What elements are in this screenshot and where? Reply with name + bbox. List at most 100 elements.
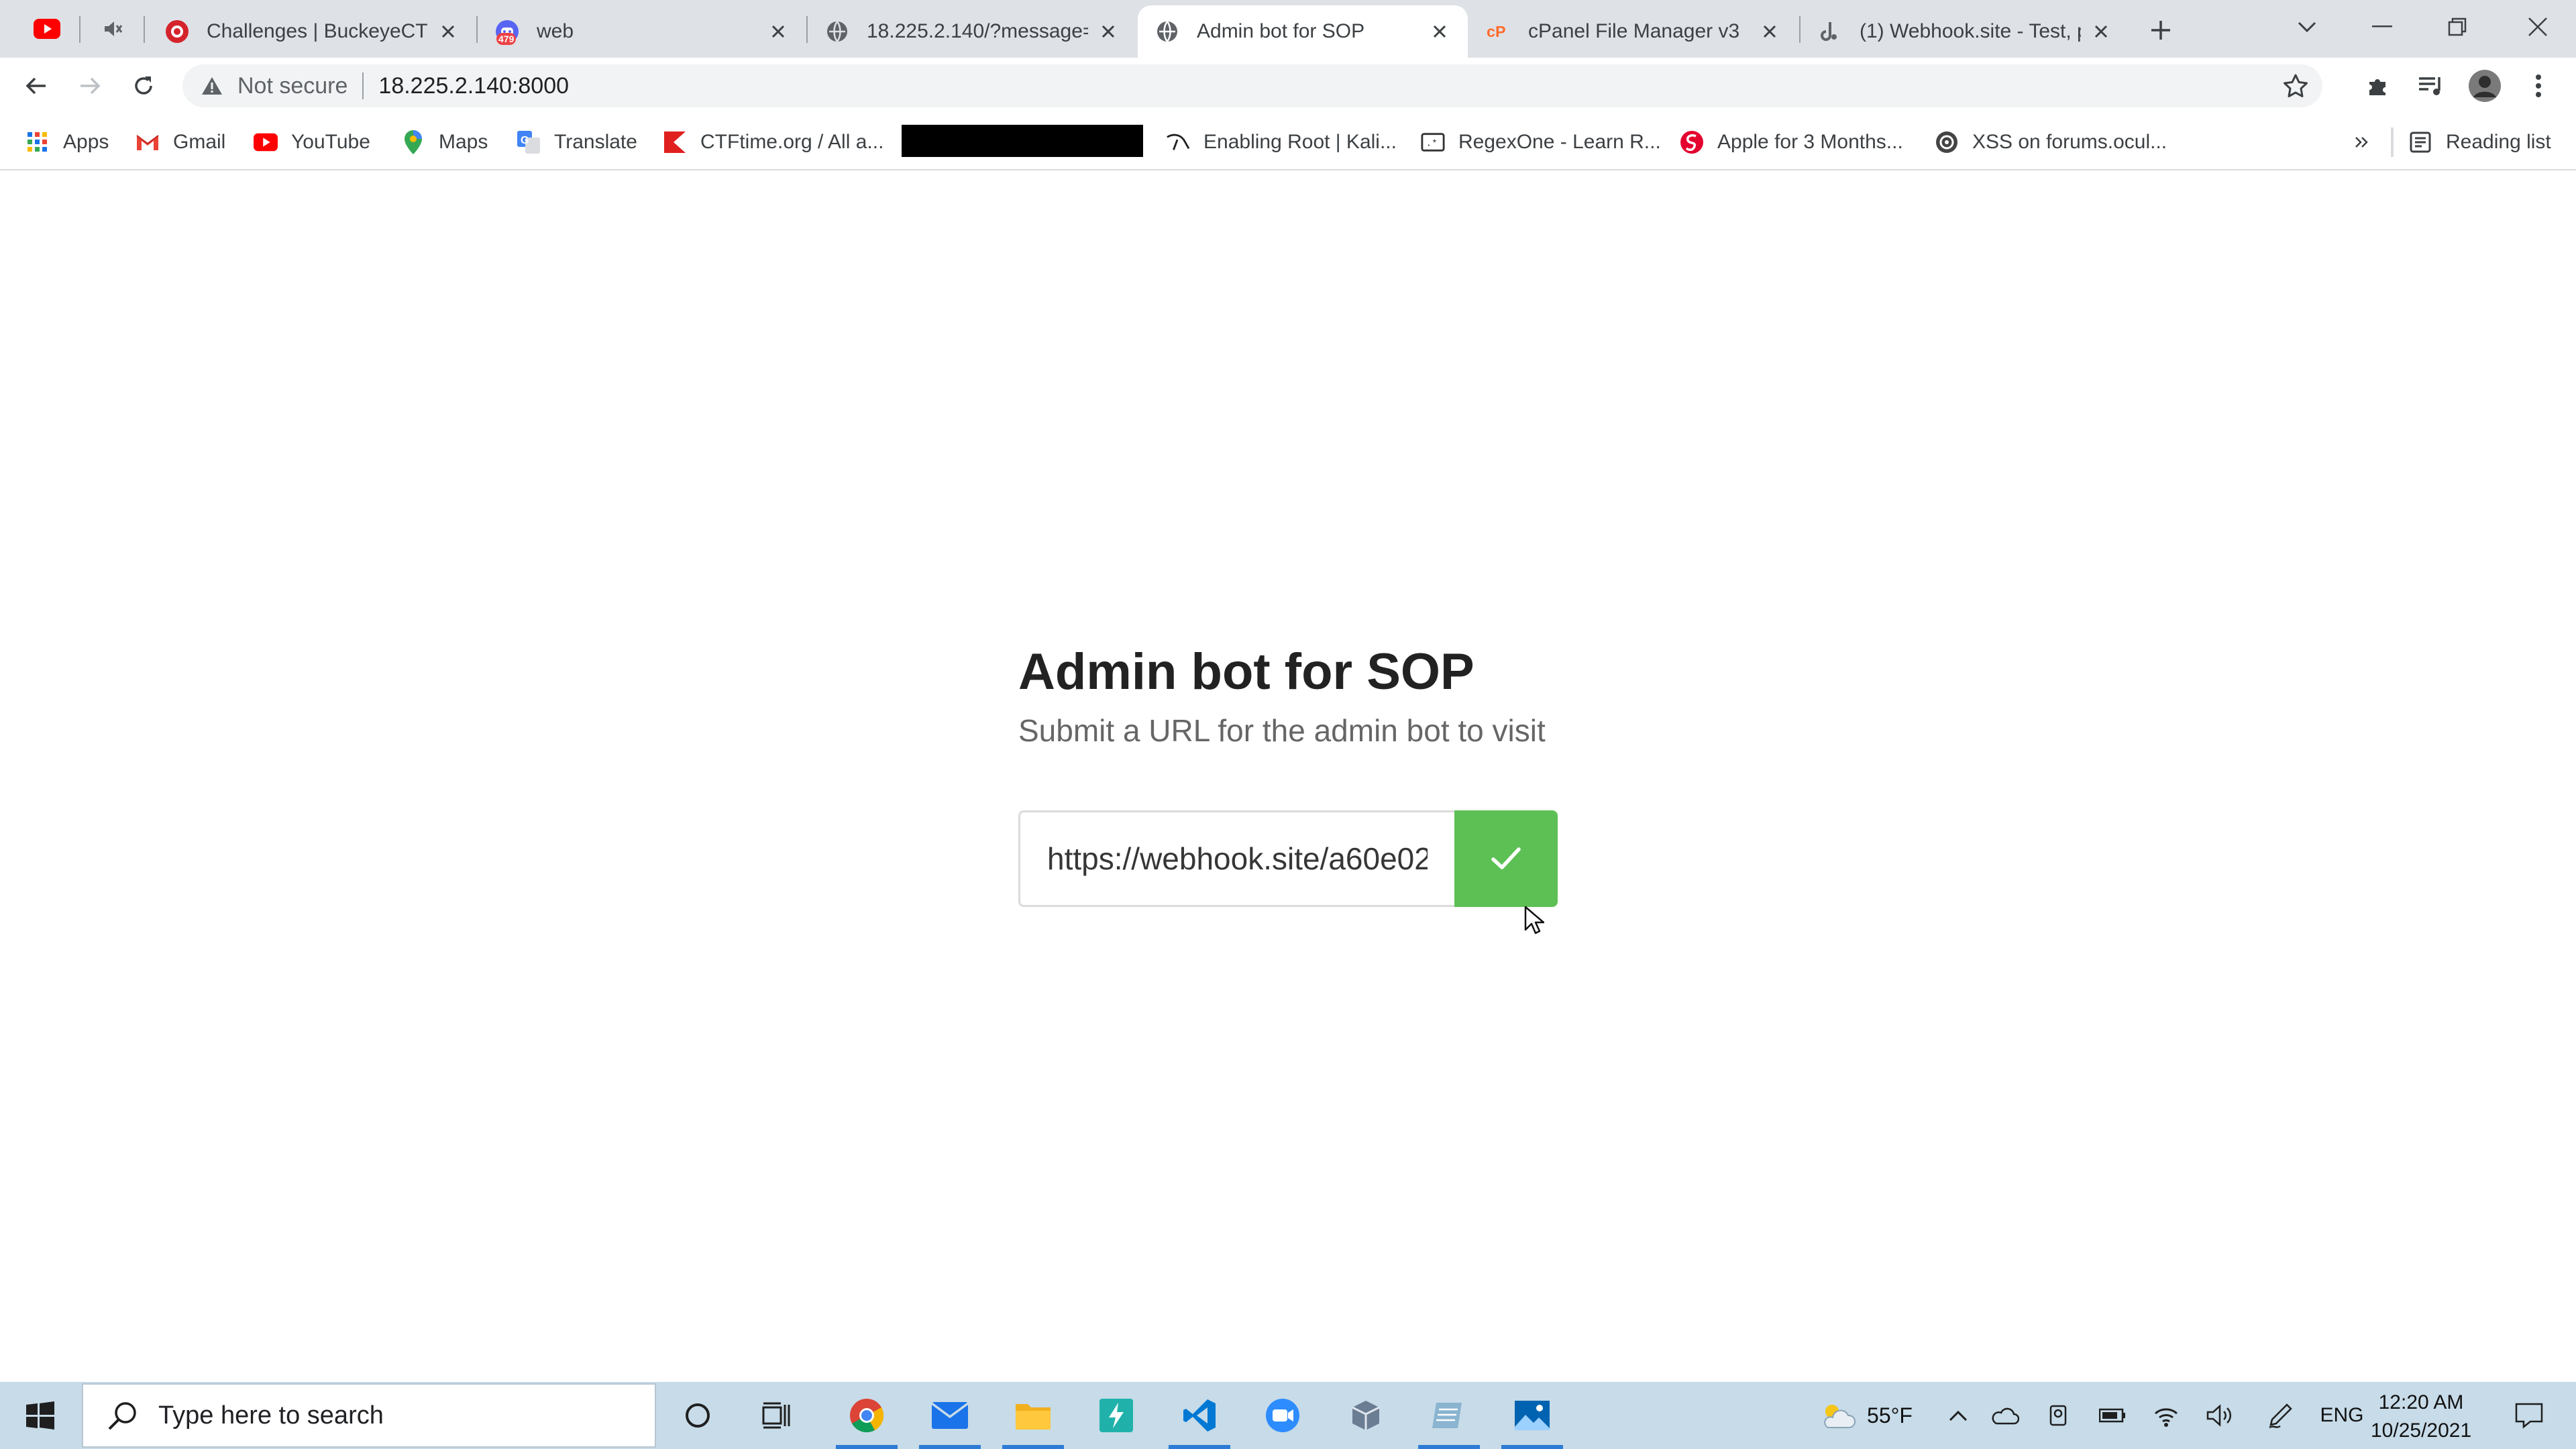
- close-icon[interactable]: [1097, 21, 1119, 42]
- bookmarks-divider: [2391, 127, 2394, 157]
- bookmark-ctftime[interactable]: CTFtime.org / All a...: [663, 126, 883, 158]
- zoom-icon: [1266, 1399, 1299, 1432]
- taskbar-notepad-app[interactable]: [1411, 1382, 1487, 1449]
- tab-separator: [144, 16, 145, 43]
- webhook-icon: [1818, 19, 1842, 44]
- page-content: Admin bot for SOP Submit a URL for the a…: [0, 170, 2576, 1382]
- wifi-icon[interactable]: [2144, 1382, 2188, 1449]
- bookmark-xss-forums[interactable]: XSS on forums.ocul...: [1935, 126, 2167, 158]
- mouse-pointer-icon: [1524, 906, 1545, 935]
- tab-discord-web[interactable]: 479 web: [478, 5, 806, 58]
- cortana-icon[interactable]: [664, 1382, 731, 1449]
- browser-toolbar: Not secure 18.225.2.140:8000: [0, 58, 2576, 114]
- taskbar-photos[interactable]: [1495, 1382, 1570, 1449]
- tab-cpanel[interactable]: cP cPanel File Manager v3: [1469, 5, 1798, 58]
- svg-text:.*: .*: [1426, 139, 1438, 150]
- tab-buckeyectf[interactable]: Challenges | BuckeyeCTF: [148, 5, 476, 58]
- tray-overflow-chevron-icon[interactable]: [1936, 1382, 1980, 1449]
- bookmark-kali[interactable]: Enabling Root | Kali...: [1166, 126, 1397, 158]
- back-arrow-icon[interactable]: [17, 67, 55, 105]
- extensions-puzzle-icon[interactable]: [2359, 67, 2396, 105]
- circle-logo-icon: [1935, 130, 1959, 154]
- tab-admin-bot[interactable]: Admin bot for SOP: [1138, 5, 1468, 58]
- tab-title: Admin bot for SOP: [1197, 20, 1365, 42]
- tab-separator: [79, 16, 80, 43]
- bookmark-youtube[interactable]: YouTube: [254, 126, 370, 158]
- bookmark-translate[interactable]: G Translate: [517, 126, 637, 158]
- task-view-icon[interactable]: [743, 1382, 810, 1449]
- forward-arrow-icon[interactable]: [71, 67, 109, 105]
- volume-icon[interactable]: [2198, 1382, 2242, 1449]
- close-icon[interactable]: [767, 21, 789, 42]
- bookmark-label: Apps: [63, 131, 109, 153]
- meet-now-camera-icon[interactable]: [2037, 1382, 2081, 1449]
- bookmark-maps[interactable]: Maps: [401, 126, 488, 158]
- pen-workspace-icon[interactable]: [2258, 1382, 2302, 1449]
- kali-icon: [1166, 130, 1190, 154]
- close-window-icon[interactable]: [2501, 0, 2575, 54]
- close-icon[interactable]: [1429, 21, 1450, 42]
- battery-icon[interactable]: [2090, 1382, 2135, 1449]
- submit-url-form: [1018, 810, 1558, 907]
- weather-widget[interactable]: 55°F: [1802, 1382, 1929, 1449]
- tab-title: web: [537, 20, 574, 42]
- start-windows-icon[interactable]: [0, 1382, 80, 1449]
- bookmark-star-icon[interactable]: [2282, 72, 2309, 99]
- tab-strip: Challenges | BuckeyeCTF 479 web 18.225.2…: [0, 0, 2576, 58]
- more-bookmarks-chevron-icon[interactable]: [2355, 126, 2369, 158]
- taskbar-vscode[interactable]: [1162, 1382, 1237, 1449]
- tab-message-page[interactable]: 18.225.2.140/?message=f: [808, 5, 1136, 58]
- youtube-icon: [34, 19, 60, 39]
- security-label[interactable]: Not secure: [237, 73, 347, 99]
- taskbar-mail[interactable]: [912, 1382, 987, 1449]
- bookmark-apps[interactable]: Apps: [25, 126, 109, 158]
- url-input[interactable]: [1018, 810, 1454, 907]
- taskbar-zoom[interactable]: [1245, 1382, 1320, 1449]
- bookmark-gmail[interactable]: Gmail: [136, 126, 225, 158]
- page-title: Admin bot for SOP: [1018, 643, 1474, 700]
- tab-search-chevron-icon[interactable]: [2270, 0, 2344, 54]
- reading-list-button[interactable]: Reading list: [2408, 126, 2551, 158]
- folder-icon: [1016, 1404, 1051, 1430]
- onedrive-cloud-icon[interactable]: [1983, 1382, 2027, 1449]
- reload-icon[interactable]: [125, 67, 162, 105]
- address-bar[interactable]: Not secure 18.225.2.140:8000: [182, 64, 2322, 107]
- close-icon[interactable]: [2090, 21, 2112, 42]
- gmail-icon: [136, 130, 160, 154]
- running-indicator: [919, 1445, 981, 1449]
- taskbar-virtualbox[interactable]: [1328, 1382, 1403, 1449]
- new-tab-plus-icon[interactable]: [2144, 13, 2178, 47]
- menu-kebab-icon[interactable]: [2520, 67, 2557, 105]
- bookmark-apple-deal[interactable]: Apple for 3 Months...: [1680, 126, 1903, 158]
- media-queue-icon[interactable]: [2412, 67, 2450, 105]
- taskbar-chrome[interactable]: [829, 1382, 904, 1449]
- pinned-tab-muted[interactable]: [93, 0, 133, 58]
- taskbar-search-box[interactable]: Type here to search: [82, 1383, 656, 1448]
- maps-pin-icon: [401, 130, 425, 154]
- svg-text:cP: cP: [1487, 23, 1506, 40]
- url-text[interactable]: 18.225.2.140:8000: [378, 73, 569, 99]
- apps-grid-icon: [25, 130, 50, 154]
- pinned-tab-youtube[interactable]: [27, 0, 67, 58]
- close-icon[interactable]: [437, 21, 459, 42]
- cpanel-icon: cP: [1487, 19, 1511, 44]
- bookmark-regexone[interactable]: .* RegexOne - Learn R...: [1421, 126, 1661, 158]
- submit-button[interactable]: [1454, 810, 1558, 907]
- taskbar-file-explorer[interactable]: [996, 1382, 1071, 1449]
- virtualbox-icon: [1352, 1401, 1380, 1430]
- tab-webhook[interactable]: (1) Webhook.site - Test, p: [1801, 5, 2129, 58]
- minimize-icon[interactable]: [2345, 0, 2419, 54]
- svg-text:G: G: [521, 135, 529, 146]
- input-language[interactable]: ENG: [2312, 1382, 2372, 1449]
- tab-title: cPanel File Manager v3: [1528, 20, 1740, 42]
- close-icon[interactable]: [1759, 21, 1780, 42]
- notifications-icon[interactable]: [2496, 1382, 2563, 1449]
- profile-avatar[interactable]: [2466, 67, 2504, 105]
- taskbar-clock[interactable]: 12:20 AM 10/25/2021: [2371, 1389, 2471, 1445]
- search-icon: [105, 1397, 141, 1434]
- bookmark-label: Gmail: [173, 131, 226, 153]
- restore-icon[interactable]: [2420, 0, 2494, 54]
- taskbar-app-bolt[interactable]: [1079, 1382, 1154, 1449]
- photos-icon: [1515, 1401, 1550, 1430]
- bookmark-label: Translate: [554, 131, 637, 153]
